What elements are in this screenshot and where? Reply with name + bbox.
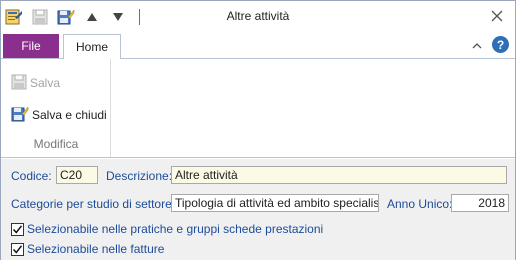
save-icon (11, 74, 27, 93)
close-icon[interactable] (489, 7, 505, 25)
ribbon-group-label: Modifica (33, 137, 79, 151)
window-title: Altre attività (226, 9, 290, 23)
checkbox-pratiche-label: Selezionabile nelle pratiche e gruppi sc… (27, 222, 324, 236)
help-icon[interactable]: ? (492, 36, 509, 53)
categorie-label: Categorie per studio di settore: (11, 197, 176, 211)
ribbon-tabs: File Home ? (1, 33, 515, 59)
save-and-close-button[interactable]: Salva e chiudi (11, 105, 107, 126)
title-bar: Altre attività (1, 1, 515, 33)
ribbon-panel: Salva Salva e chiudi Modifica (1, 58, 515, 158)
tab-file[interactable]: File (3, 34, 59, 58)
collapse-ribbon-icon[interactable] (471, 40, 483, 52)
descrizione-label: Descrizione: (106, 169, 173, 183)
anno-unico-label: Anno Unico: (387, 197, 453, 211)
save-button-label: Salva (30, 76, 61, 90)
window: Altre attività File Home ? Salva Salva e… (0, 0, 516, 260)
save-and-close-label: Salva e chiudi (32, 108, 107, 122)
categorie-field[interactable]: Tipologia di attività ed ambito speciali… (171, 194, 379, 212)
checkbox-fatture[interactable] (11, 242, 24, 256)
checkbox-pratiche[interactable] (11, 222, 24, 236)
save-button[interactable]: Salva (11, 74, 60, 92)
checkbox-fatture-row[interactable]: Selezionabile nelle fatture (11, 241, 164, 257)
checkbox-pratiche-row[interactable]: Selezionabile nelle pratiche e gruppi sc… (11, 221, 323, 237)
codice-field[interactable]: C20 (56, 166, 98, 184)
tab-home[interactable]: Home (63, 34, 121, 59)
ribbon-group-modifica: Salva Salva e chiudi Modifica (1, 59, 111, 157)
save-close-icon (11, 105, 29, 126)
anno-unico-field[interactable]: 2018 (451, 194, 509, 212)
descrizione-field[interactable]: Altre attività (171, 166, 507, 184)
checkbox-fatture-label: Selezionabile nelle fatture (27, 242, 165, 256)
codice-label: Codice: (11, 169, 52, 183)
form-area: Codice: C20 Descrizione: Altre attività … (1, 159, 515, 260)
